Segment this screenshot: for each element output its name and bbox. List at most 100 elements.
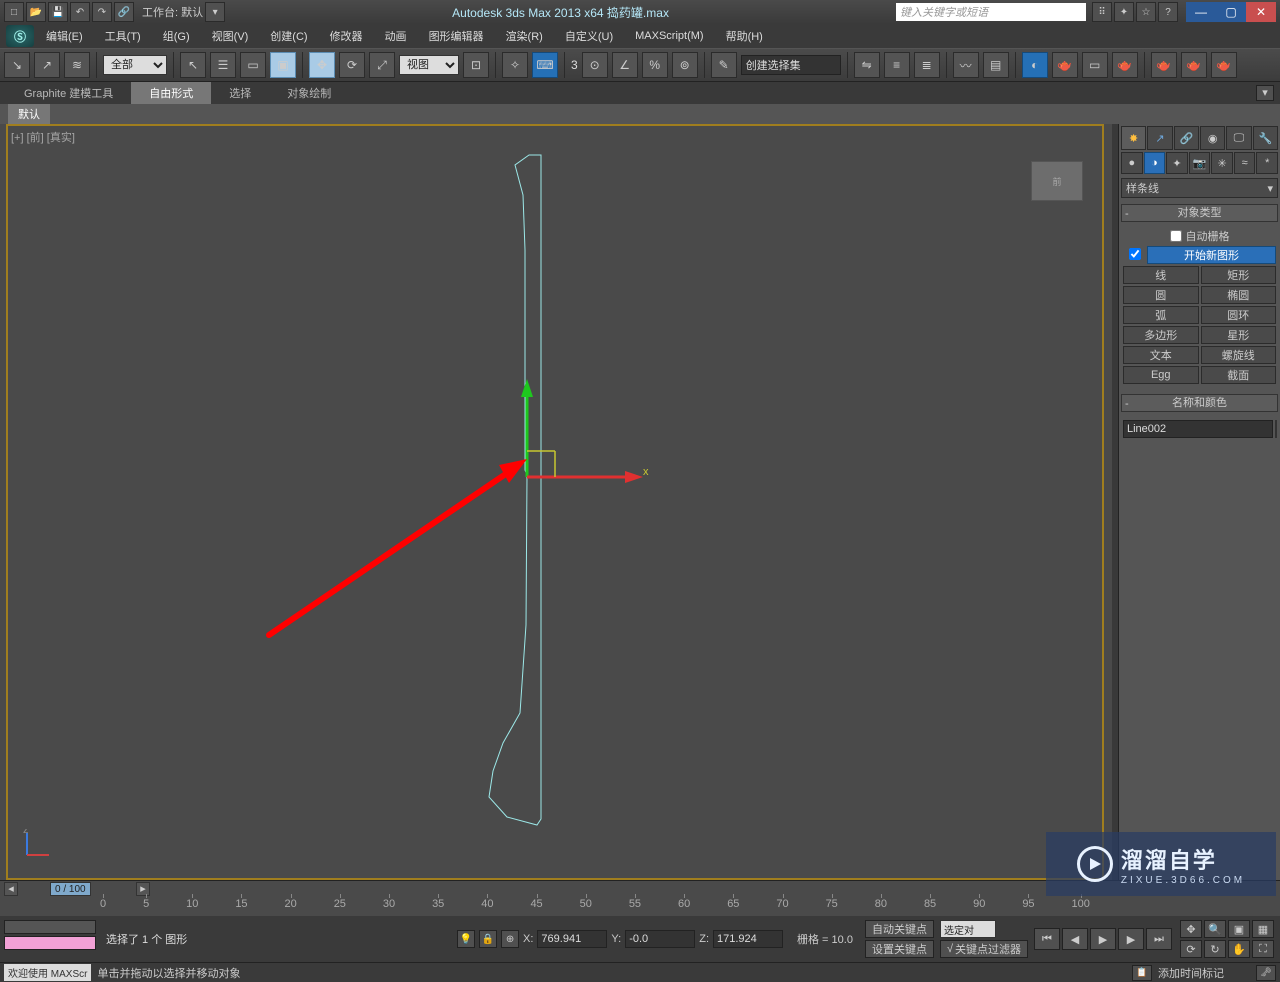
- object-name-input[interactable]: [1123, 420, 1273, 438]
- autogrid-checkbox[interactable]: [1170, 230, 1182, 242]
- select-region-icon[interactable]: ▭: [240, 52, 266, 78]
- curve-editor-icon[interactable]: 〰: [953, 52, 979, 78]
- render-iterative-icon[interactable]: 🫖: [1151, 52, 1177, 78]
- material-editor-icon[interactable]: ◐: [1022, 52, 1048, 78]
- ribbon-tab-graphite[interactable]: Graphite 建模工具: [6, 82, 131, 104]
- selection-filter-dropdown[interactable]: 全部: [103, 55, 167, 75]
- new-file-icon[interactable]: □: [4, 2, 24, 22]
- cameras-cat-icon[interactable]: 📷: [1189, 152, 1211, 174]
- named-selection-sets[interactable]: 创建选择集: [741, 55, 841, 75]
- modify-tab-icon[interactable]: ↗: [1147, 126, 1172, 150]
- shape-line-button[interactable]: 线: [1123, 266, 1199, 284]
- hierarchy-tab-icon[interactable]: 🔗: [1174, 126, 1199, 150]
- key-filters-button[interactable]: √关键点过滤器: [940, 940, 1028, 958]
- ribbon-tab-selection[interactable]: 选择: [211, 82, 269, 104]
- minimize-button[interactable]: —: [1186, 2, 1216, 22]
- select-by-name-icon[interactable]: ☰: [210, 52, 236, 78]
- script-mini-listener[interactable]: [0, 916, 100, 962]
- ribbon-sub-default[interactable]: 默认: [8, 104, 50, 124]
- shape-category-dropdown[interactable]: 样条线▾: [1121, 178, 1278, 198]
- viewport-walk-icon[interactable]: ✋: [1228, 940, 1250, 958]
- timeline-right-arrow-icon[interactable]: ▸: [136, 882, 150, 896]
- display-tab-icon[interactable]: 🖵: [1226, 126, 1251, 150]
- menu-views[interactable]: 视图(V): [202, 24, 259, 48]
- rendered-frame-icon[interactable]: ▭: [1082, 52, 1108, 78]
- menu-edit[interactable]: 编辑(E): [36, 24, 93, 48]
- helpers-cat-icon[interactable]: ✳: [1211, 152, 1233, 174]
- absolute-mode-icon[interactable]: ⊕: [501, 930, 519, 948]
- setkey-button[interactable]: 设置关键点: [865, 940, 934, 958]
- object-color-swatch[interactable]: [1275, 420, 1277, 438]
- start-new-shape-checkbox[interactable]: [1129, 248, 1141, 260]
- shape-donut-button[interactable]: 圆环: [1201, 306, 1277, 324]
- rotate-tool-icon[interactable]: ⟳: [339, 52, 365, 78]
- systems-cat-icon[interactable]: *: [1256, 152, 1278, 174]
- use-pivot-icon[interactable]: ⊡: [463, 52, 489, 78]
- ribbon-tab-paint[interactable]: 对象绘制: [269, 82, 349, 104]
- viewport-fov-icon[interactable]: ▣: [1228, 920, 1250, 938]
- bind-spacewarp-icon[interactable]: ≋: [64, 52, 90, 78]
- close-button[interactable]: ✕: [1246, 2, 1276, 22]
- viewport-zoomall-icon[interactable]: ▦: [1252, 920, 1274, 938]
- render-setup-icon[interactable]: 🫖: [1052, 52, 1078, 78]
- link-project-icon[interactable]: 🔗: [114, 2, 134, 22]
- window-crossing-icon[interactable]: ▣: [270, 52, 296, 78]
- shape-egg-button[interactable]: Egg: [1123, 366, 1199, 384]
- shape-star-button[interactable]: 星形: [1201, 326, 1277, 344]
- spinner-snap-icon[interactable]: ⊚: [672, 52, 698, 78]
- create-tab-icon[interactable]: ✸: [1121, 126, 1146, 150]
- key-large-icon[interactable]: 🗝: [1256, 965, 1276, 981]
- app-menu-icon[interactable]: Ⓢ: [6, 25, 34, 47]
- shape-circle-button[interactable]: 圆: [1123, 286, 1199, 304]
- search-input[interactable]: 键入关键字或短语: [896, 3, 1086, 21]
- select-manipulate-icon[interactable]: ✧: [502, 52, 528, 78]
- maximize-button[interactable]: ▢: [1216, 2, 1246, 22]
- menu-group[interactable]: 组(G): [153, 24, 200, 48]
- scale-tool-icon[interactable]: ⤢: [369, 52, 395, 78]
- motion-tab-icon[interactable]: ◉: [1200, 126, 1225, 150]
- workspace-dropdown-icon[interactable]: ▾: [205, 2, 225, 22]
- shape-rectangle-button[interactable]: 矩形: [1201, 266, 1277, 284]
- z-coord-input[interactable]: 171.924: [713, 930, 783, 948]
- y-coord-input[interactable]: -0.0: [625, 930, 695, 948]
- menu-maxscript[interactable]: MAXScript(M): [625, 26, 713, 46]
- spacewarps-cat-icon[interactable]: ≈: [1234, 152, 1256, 174]
- shape-text-button[interactable]: 文本: [1123, 346, 1199, 364]
- lights-cat-icon[interactable]: ✦: [1166, 152, 1188, 174]
- shape-section-button[interactable]: 截面: [1201, 366, 1277, 384]
- rollout-name-color[interactable]: -名称和颜色: [1121, 394, 1278, 412]
- menu-rendering[interactable]: 渲染(R): [496, 24, 553, 48]
- next-frame-icon[interactable]: ▶: [1118, 928, 1144, 950]
- frame-indicator[interactable]: 0 / 100: [50, 882, 91, 896]
- start-new-shape-button[interactable]: 开始新图形: [1147, 246, 1276, 264]
- shapes-cat-icon[interactable]: ◑: [1144, 152, 1166, 174]
- redo-icon[interactable]: ↷: [92, 2, 112, 22]
- goto-end-icon[interactable]: ⏭: [1146, 928, 1172, 950]
- play-icon[interactable]: ▶: [1090, 928, 1116, 950]
- select-link-icon[interactable]: ↘: [4, 52, 30, 78]
- shape-ngon-button[interactable]: 多边形: [1123, 326, 1199, 344]
- unlink-icon[interactable]: ↗: [34, 52, 60, 78]
- menu-modifiers[interactable]: 修改器: [320, 24, 373, 48]
- viewport-roll-icon[interactable]: ↻: [1204, 940, 1226, 958]
- key-selection-sets[interactable]: 选定对: [940, 920, 996, 938]
- timeline-left-arrow-icon[interactable]: ◂: [4, 882, 18, 896]
- open-file-icon[interactable]: 📂: [26, 2, 46, 22]
- menu-create[interactable]: 创建(C): [260, 24, 317, 48]
- save-file-icon[interactable]: 💾: [48, 2, 68, 22]
- undo-icon[interactable]: ↶: [70, 2, 90, 22]
- layers-icon[interactable]: ≣: [914, 52, 940, 78]
- menu-grapheditors[interactable]: 图形编辑器: [419, 24, 494, 48]
- time-tag-icon[interactable]: 📋: [1132, 965, 1152, 981]
- menu-animation[interactable]: 动画: [375, 24, 417, 48]
- render-production-icon[interactable]: 🫖: [1112, 52, 1138, 78]
- angle-snap-icon[interactable]: ∠: [612, 52, 638, 78]
- viewport-zoom-icon[interactable]: 🔍: [1204, 920, 1226, 938]
- geometry-cat-icon[interactable]: ●: [1121, 152, 1143, 174]
- percent-snap-icon[interactable]: %: [642, 52, 668, 78]
- shape-arc-button[interactable]: 弧: [1123, 306, 1199, 324]
- help-icon[interactable]: ?: [1158, 2, 1178, 22]
- move-tool-icon[interactable]: ✥: [309, 52, 335, 78]
- viewport-scrollbar[interactable]: [1104, 124, 1112, 880]
- render-active-icon[interactable]: 🫖: [1181, 52, 1207, 78]
